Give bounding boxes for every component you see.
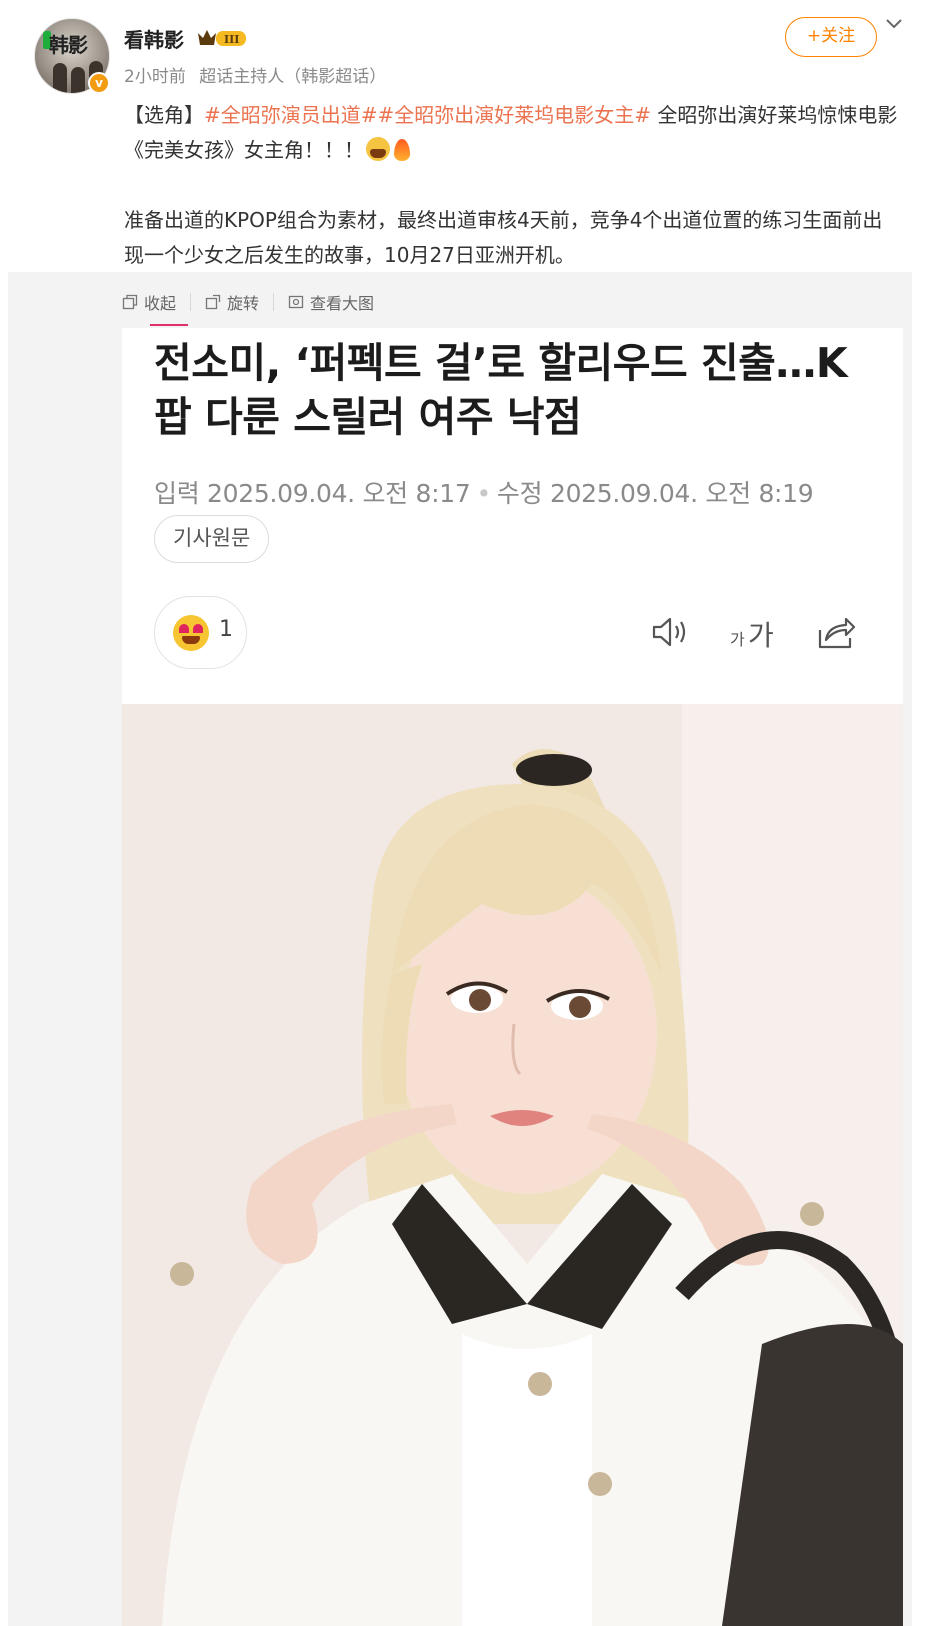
post-paragraph-2: 准备出道的KPOP组合为素材，最终出道审核4天前，竞争4个出道位置的练习生面前出… (124, 208, 883, 267)
media-toolbar: 收起 旋转 查看大图 (122, 290, 374, 314)
avatar-figure (71, 67, 85, 93)
hashtag-link[interactable]: #全昭弥演员出道# (204, 103, 378, 127)
username[interactable]: 看韩影 (124, 24, 184, 53)
article-headline: 전소미, ‘퍼펙트 걸’로 할리우드 진출…K팝 다룬 스릴러 여주 낙점 (154, 339, 848, 441)
crown-level-icon: III (198, 30, 246, 46)
article-dates: 입력 2025.09.04. 오전 8:17 • 수정 2025.09.04. 오전… (154, 474, 814, 510)
hashtag-link[interactable]: #全昭弥出演好莱坞电影女主# (378, 103, 652, 127)
avatar-text: 韩影 (49, 33, 88, 57)
original-article-button: 기사원문 (154, 515, 270, 563)
love-eyes-emoji-icon (173, 615, 209, 651)
reaction-count: 1 (219, 617, 233, 642)
fire-emoji-icon (394, 139, 410, 161)
post-time[interactable]: 2小时前 (124, 67, 186, 87)
reaction-button: 1 (154, 596, 247, 669)
font-big-glyph: 가 (748, 619, 774, 652)
avatar-figure (53, 63, 67, 93)
font-small-glyph: 가 (730, 630, 745, 649)
collapse-icon (122, 294, 138, 310)
post-content: 【选角】#全昭弥演员出道##全昭弥出演好莱坞电影女主# 全昭弥出演好莱坞惊悚电影… (124, 98, 900, 273)
scream-emoji-icon (366, 137, 390, 161)
rotate-label: 旋转 (227, 294, 260, 313)
font-size-icon: 가 가 (728, 612, 778, 652)
view-large-icon (288, 295, 304, 309)
article-date-edit: 수정 2025.09.04. 오전 8:19 (496, 479, 814, 508)
active-tool-indicator (150, 324, 188, 326)
date-separator: • (476, 479, 491, 508)
article-date-input: 입력 2025.09.04. 오전 8:17 (154, 479, 471, 508)
verified-badge-icon: v (88, 72, 110, 94)
post-meta: 2小时前 超话主持人（韩影超话） (124, 62, 394, 87)
heart-eye (193, 624, 203, 633)
article-photo (122, 704, 903, 1626)
post-line-1: 【选角】#全昭弥演员出道##全昭弥出演好莱坞电影女主# 全昭弥出演好莱坞惊悚电影… (124, 98, 900, 168)
heart-eye (179, 624, 189, 633)
view-large-button[interactable]: 查看大图 (288, 290, 374, 314)
rotate-icon (205, 294, 221, 310)
post-prefix: 【选角】 (124, 103, 204, 127)
level-badge-text: III (224, 33, 239, 46)
toolbar-divider (273, 293, 275, 311)
chevron-down-icon[interactable] (884, 14, 904, 34)
collapse-button[interactable]: 收起 (122, 290, 176, 314)
follow-button[interactable]: +关注 (785, 17, 877, 57)
weibo-post: 韩影 v 看韩影 III 2小时前 超话主持人（韩影超话） +关注 【选角】#全… (0, 0, 946, 1626)
collapse-label: 收起 (144, 294, 177, 313)
article-image[interactable]: 전소미, ‘퍼펙트 걸’로 할리우드 진출…K팝 다룬 스릴러 여주 낙점 입력… (122, 328, 903, 1626)
view-large-label: 查看大图 (310, 294, 375, 313)
user-role: 超话主持人（韩影超话） (199, 67, 387, 87)
share-icon (818, 617, 856, 649)
rotate-button[interactable]: 旋转 (205, 290, 259, 314)
speaker-icon (652, 617, 686, 647)
toolbar-divider (190, 293, 192, 311)
